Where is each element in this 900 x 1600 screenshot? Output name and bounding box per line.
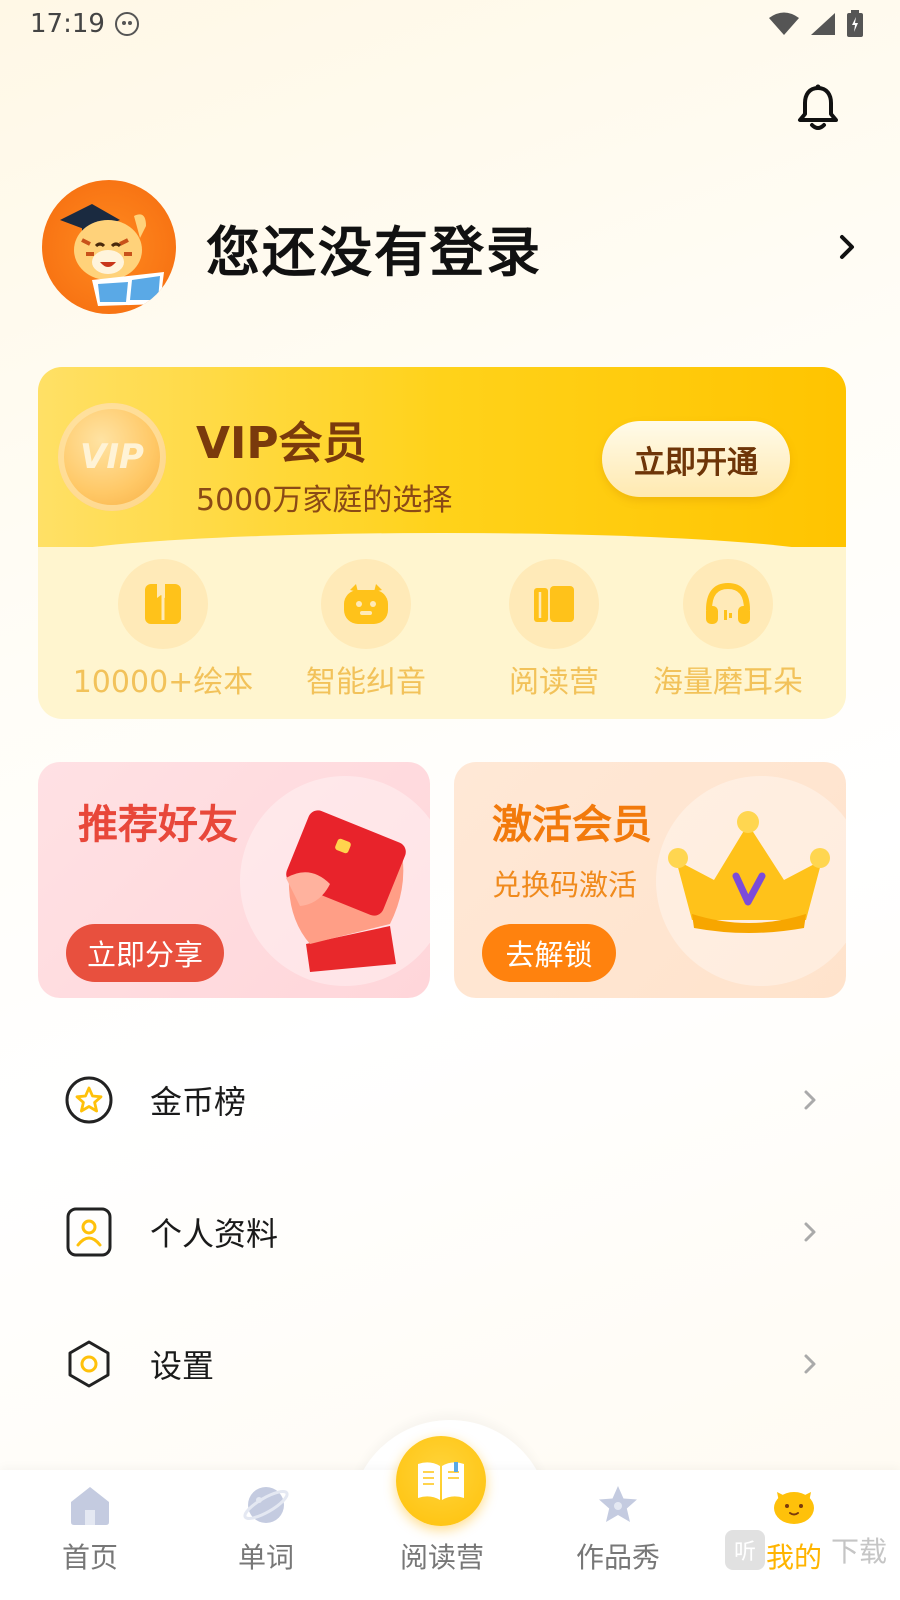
profile-header[interactable]: 您还没有登录 (42, 180, 862, 314)
activate-subtitle: 兑换码激活 (492, 868, 638, 902)
headphones-icon (706, 582, 750, 624)
status-time: 17:19 (30, 9, 105, 39)
vip-activate-button[interactable]: 立即开通 (602, 421, 790, 497)
star-badge-icon (65, 1076, 113, 1124)
red-envelope-hand-icon (286, 810, 406, 972)
feature-picture-books[interactable]: 10000+绘本 (73, 559, 253, 701)
tab-showcase[interactable]: 作品秀 (528, 1470, 708, 1600)
tab-label: 阅读营 (399, 1541, 484, 1574)
vip-features: 10000+绘本 智能纠音 阅读营 海量磨耳朵 (38, 559, 846, 701)
feature-label: 智能纠音 (306, 665, 426, 700)
book-icon (145, 584, 181, 624)
refer-friend-card[interactable]: 推荐好友 立即分享 (38, 762, 430, 998)
activate-member-card[interactable]: 激活会员 兑换码激活 去解锁 (454, 762, 846, 998)
signal-icon (811, 13, 835, 35)
vip-coin-icon: VIP (58, 403, 166, 511)
share-now-button[interactable]: 立即分享 (66, 924, 224, 982)
avatar[interactable] (42, 180, 176, 314)
refer-title: 推荐好友 (78, 802, 238, 848)
tab-words[interactable]: 单词 (176, 1470, 356, 1600)
home-icon (71, 1487, 109, 1525)
vip-card[interactable]: VIP VIP会员 5000万家庭的选择 立即开通 10000+绘本 智能纠音 … (38, 367, 846, 719)
feature-pronunciation[interactable]: 智能纠音 (286, 559, 446, 701)
books-icon (534, 586, 574, 622)
chevron-right-icon[interactable] (832, 232, 862, 262)
chevron-right-icon (804, 1354, 816, 1374)
menu-item-profile[interactable]: 个人资料 (0, 1172, 900, 1292)
menu-item-settings[interactable]: 设置 (0, 1304, 900, 1424)
tab-label: 首页 (61, 1541, 118, 1574)
vip-subtitle: 5000万家庭的选择 (196, 483, 453, 518)
feature-listening[interactable]: 海量磨耳朵 (648, 559, 808, 701)
reading-camp-center-button[interactable] (396, 1436, 486, 1526)
profile-card-icon (66, 1207, 112, 1257)
activate-title: 激活会员 (492, 802, 652, 848)
tiger-face-icon (774, 1492, 814, 1524)
feature-label: 海量磨耳朵 (653, 665, 803, 700)
vip-title: VIP会员 (196, 418, 367, 469)
status-bar: 17:19 (0, 0, 900, 48)
planet-icon (243, 1487, 289, 1523)
notification-face-icon (114, 12, 139, 36)
menu-item-coin-ranking[interactable]: 金币榜 (0, 1040, 900, 1160)
battery-icon (847, 10, 863, 37)
feature-reading-camp[interactable]: 阅读营 (494, 559, 614, 701)
settings-hexagon-icon (68, 1340, 110, 1388)
feature-label: 10000+绘本 (72, 665, 254, 700)
chevron-right-icon (804, 1090, 816, 1110)
menu-label: 设置 (150, 1347, 215, 1385)
notification-bell-icon[interactable] (796, 84, 840, 132)
tab-home[interactable]: 首页 (0, 1470, 180, 1600)
robot-icon (344, 584, 388, 624)
star-icon (599, 1486, 637, 1522)
watermark-text: 下载 (831, 1535, 888, 1568)
open-book-icon (418, 1462, 464, 1500)
watermark-logo: 听 (725, 1530, 765, 1570)
login-prompt[interactable]: 您还没有登录 (206, 208, 832, 287)
wifi-icon (769, 12, 799, 35)
tab-label: 单词 (237, 1541, 294, 1574)
vip-coin-text: VIP (80, 437, 144, 477)
menu-label: 个人资料 (150, 1215, 279, 1253)
watermark: 听 下载 (725, 1530, 887, 1570)
tiger-mascot-icon (60, 204, 164, 306)
menu-label: 金币榜 (150, 1083, 247, 1121)
unlock-button[interactable]: 去解锁 (482, 924, 616, 982)
tab-label: 作品秀 (575, 1541, 660, 1574)
feature-label: 阅读营 (509, 665, 599, 700)
crown-icon (668, 811, 830, 933)
chevron-right-icon (804, 1222, 816, 1242)
